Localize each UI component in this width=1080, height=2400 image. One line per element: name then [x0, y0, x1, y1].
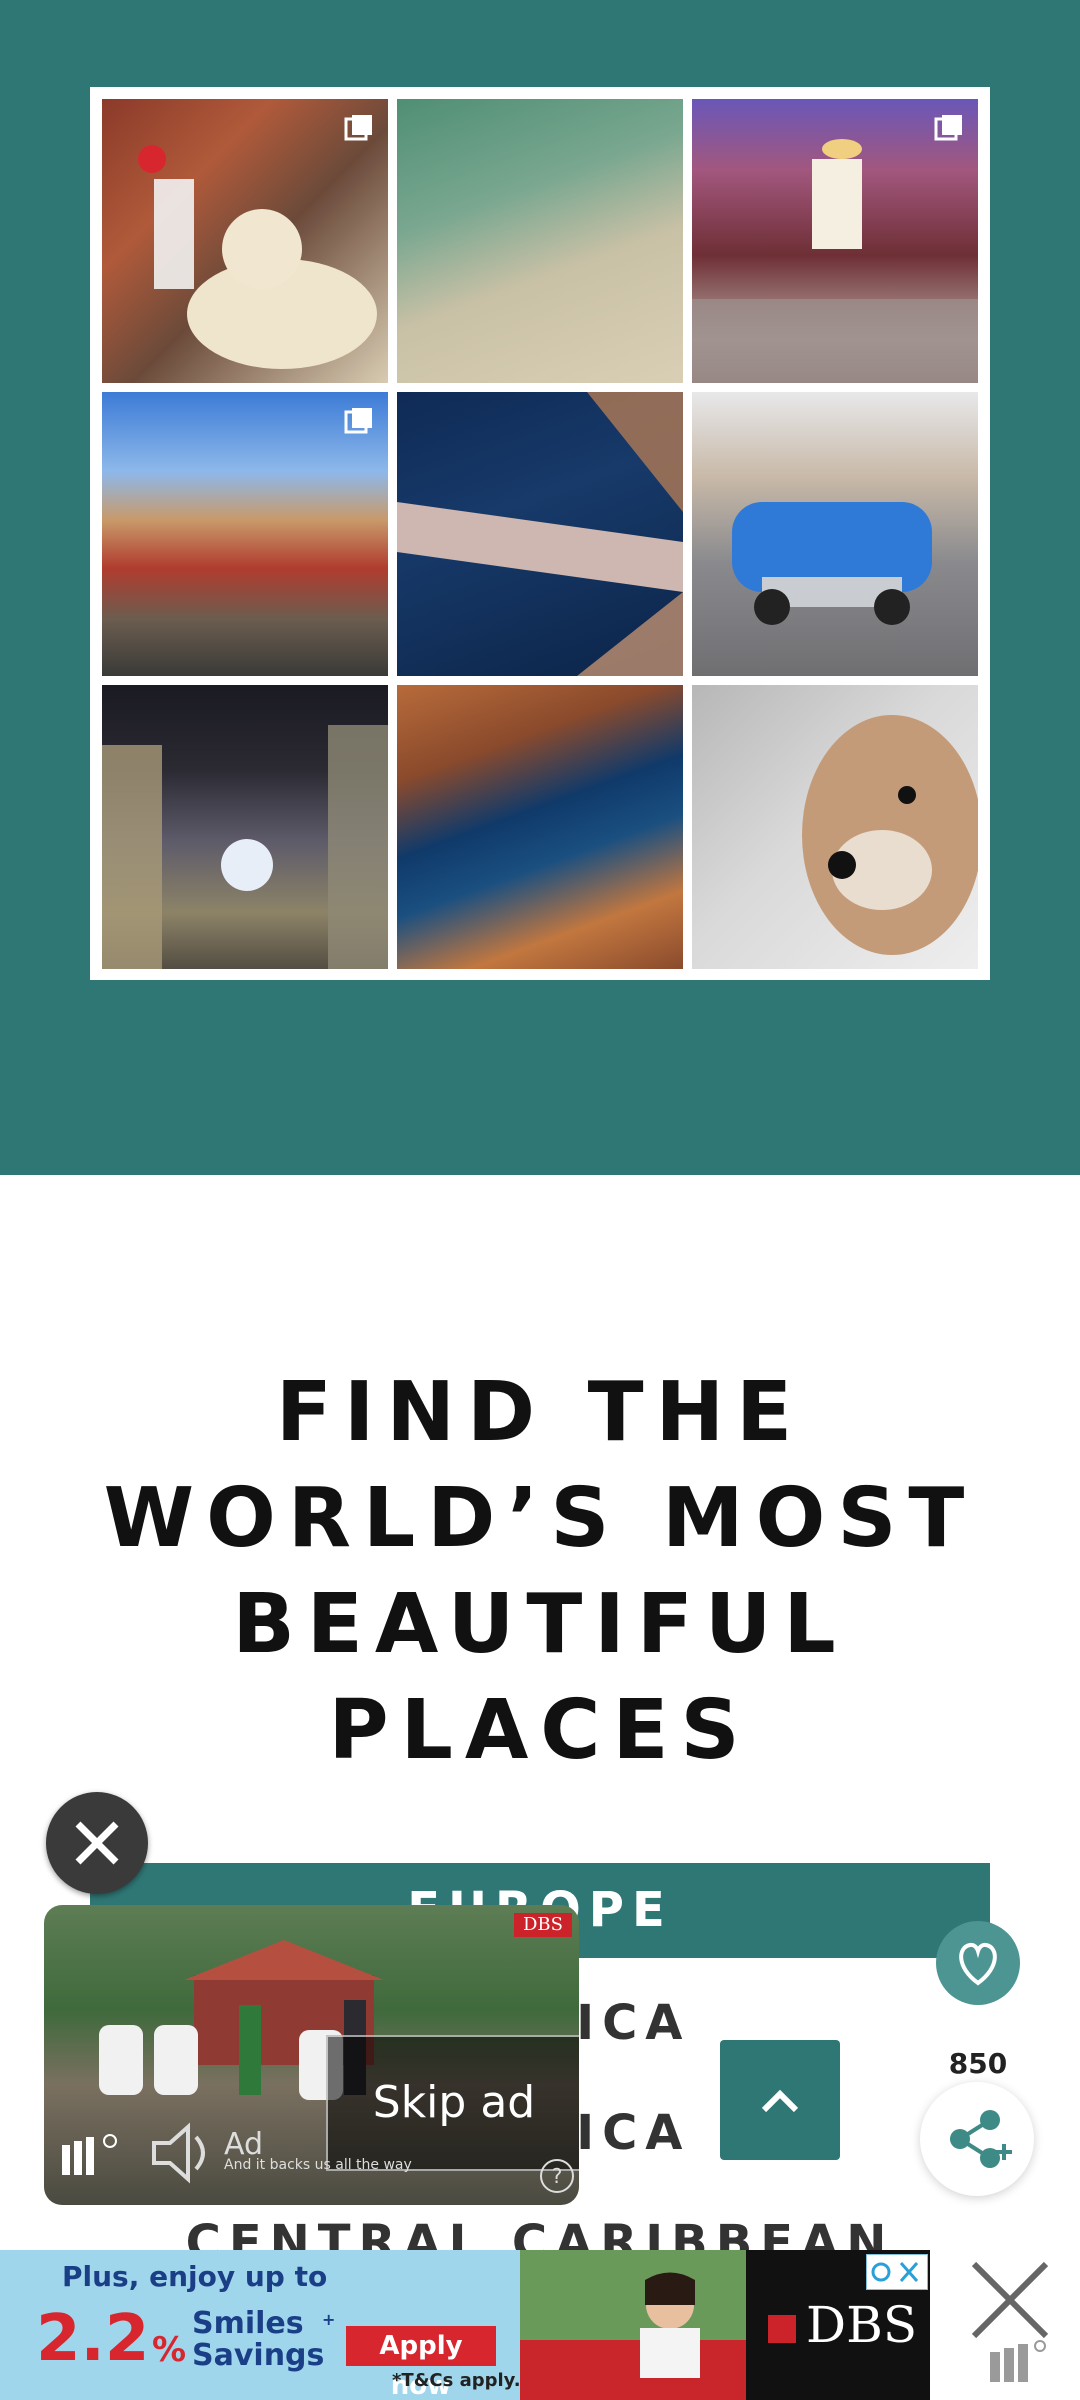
grid-tile-3[interactable] — [692, 99, 978, 383]
chevron-up-icon — [761, 2089, 799, 2113]
share-count: 850 — [936, 2040, 1020, 2088]
skip-ad-button[interactable]: Skip ad — [326, 2035, 579, 2171]
close-icon — [971, 2261, 1049, 2339]
grid-tile-1[interactable] — [102, 99, 388, 383]
ad-caption: And it backs us all the way — [224, 2157, 412, 2173]
close-icon — [75, 1821, 119, 1865]
page-headline: FIND THE WORLD’S MOST BEAUTIFUL PLACES — [0, 1360, 1080, 1784]
video-ad[interactable]: DBS Skip ad Ad And it backs us all the w… — [44, 1905, 579, 2205]
ad-network-logo — [988, 2338, 1048, 2384]
question-icon: ? — [551, 2164, 563, 2188]
banner-tnc: *T&Cs apply. — [392, 2370, 521, 2391]
husky-puppy-image — [802, 715, 978, 955]
grid-tile-2[interactable] — [397, 99, 683, 383]
dbs-logo-icon — [768, 2315, 796, 2343]
ad-choices-button[interactable] — [866, 2254, 928, 2290]
grid-tile-4[interactable] — [102, 392, 388, 676]
banner-percent: % — [152, 2330, 187, 2370]
banner-photo — [520, 2250, 750, 2400]
favorite-button[interactable] — [936, 1921, 1020, 2005]
banner-promo-line: Plus, enjoy up to — [62, 2260, 328, 2293]
carousel-icon — [934, 113, 964, 143]
heart-icon — [959, 1942, 997, 1986]
night-street-image — [102, 725, 388, 969]
banner-ad[interactable]: Plus, enjoy up to 2.2 % Smiles Savings +… — [0, 2250, 930, 2400]
bridge-image — [397, 392, 683, 676]
banner-smiles: Smiles — [192, 2306, 304, 2341]
back-to-top-button[interactable] — [720, 2040, 840, 2160]
ad-watermark-logo — [60, 2131, 120, 2185]
share-icon — [950, 2110, 1012, 2168]
headline-line-3: BEAUTIFUL — [232, 1577, 848, 1672]
banner-smiles-savings: Smiles Savings — [192, 2308, 324, 2372]
headline-line-2: WORLD’S MOST — [103, 1471, 977, 1566]
grid-tile-7[interactable] — [102, 685, 388, 969]
banner-close-button[interactable] — [960, 2250, 1060, 2350]
carousel-icon — [344, 406, 374, 436]
ad-brand-badge: DBS — [514, 1913, 572, 1937]
grid-tile-8[interactable] — [397, 685, 683, 969]
headline-line-4: PLACES — [328, 1683, 752, 1778]
adchoices-icon — [871, 2262, 919, 2282]
instagram-grid — [90, 87, 990, 980]
headline-line-1: FIND THE — [275, 1365, 805, 1460]
share-button[interactable] — [920, 2082, 1034, 2196]
banner-rate: 2.2 — [36, 2302, 150, 2376]
mute-button[interactable] — [144, 2117, 216, 2193]
carousel-icon — [344, 113, 374, 143]
banner-brand-text: DBS — [806, 2296, 918, 2354]
vintage-car-image — [732, 502, 932, 625]
grid-tile-9[interactable] — [692, 685, 978, 969]
hero-section — [0, 0, 1080, 1175]
banner-registered-mark: + — [322, 2310, 336, 2329]
banner-savings: Savings — [192, 2338, 325, 2373]
ad-info-button[interactable]: ? — [540, 2159, 574, 2193]
speaker-muted-icon — [152, 2122, 205, 2184]
banner-apply-now-button[interactable]: Apply now — [346, 2326, 496, 2400]
video-ad-close-button[interactable] — [46, 1792, 148, 1894]
grid-tile-5[interactable] — [397, 392, 683, 676]
grid-tile-6[interactable] — [692, 392, 978, 676]
